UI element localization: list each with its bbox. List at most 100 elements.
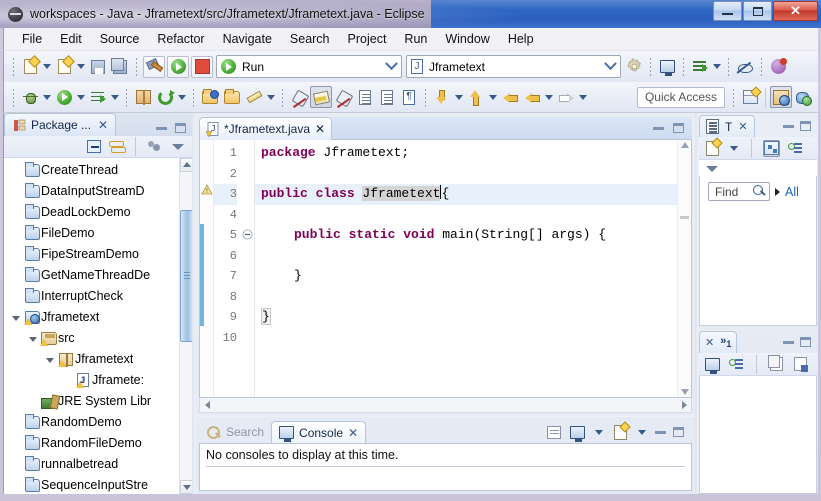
fold-toggle[interactable]	[242, 225, 254, 246]
minimize-button[interactable]	[713, 1, 742, 21]
code-line[interactable]	[255, 205, 677, 226]
java-perspective-button[interactable]	[770, 86, 792, 108]
toggle-mark-occurrences-button[interactable]	[310, 86, 332, 108]
code-text-area[interactable]: package Jframetext; public class Jframete…	[255, 140, 677, 397]
code-line[interactable]	[255, 164, 677, 185]
open-console-button[interactable]	[612, 424, 629, 441]
tree-item[interactable]: RandomDemo	[4, 412, 192, 433]
pencil-button[interactable]	[243, 86, 265, 108]
menu-run[interactable]: Run	[395, 29, 436, 49]
close-icon[interactable]: ✕	[705, 336, 714, 349]
minimize-icon[interactable]	[783, 125, 794, 128]
all-filter-link[interactable]: All	[785, 185, 799, 199]
package-explorer-scrollbar[interactable]	[179, 158, 192, 494]
tree-item[interactable]: CreateThread	[4, 160, 192, 181]
expand-twisty-icon[interactable]	[8, 181, 23, 202]
expand-arrow-icon[interactable]	[775, 188, 780, 196]
code-line[interactable]: }	[255, 266, 677, 287]
run-last-tool-button[interactable]	[689, 56, 711, 78]
save-button[interactable]	[87, 56, 109, 78]
annotation-ruler[interactable]: !	[200, 140, 214, 397]
menu-help[interactable]: Help	[499, 29, 543, 49]
warning-indicator[interactable]	[767, 56, 789, 78]
tree-item[interactable]: JRE System Libr	[4, 391, 192, 412]
code-line[interactable]: package Jframetext;	[255, 143, 677, 164]
menu-refactor[interactable]: Refactor	[148, 29, 213, 49]
tree-item[interactable]: InterruptCheck	[4, 286, 192, 307]
tree-item[interactable]: DeadLockDemo	[4, 202, 192, 223]
pin-console-button[interactable]	[545, 424, 562, 441]
maximize-icon[interactable]	[800, 337, 811, 347]
tree-item[interactable]: SequenceInputStre	[4, 475, 192, 494]
scroll-left-arrow[interactable]	[200, 399, 214, 412]
scroll-track[interactable]	[214, 399, 677, 412]
maximize-button[interactable]	[743, 1, 772, 21]
new-wizard-button[interactable]	[53, 56, 75, 78]
new-dropdown[interactable]	[41, 57, 53, 77]
forward-dropdown[interactable]	[577, 87, 589, 107]
menu-file[interactable]: File	[13, 29, 51, 49]
debug-dropdown[interactable]	[41, 87, 53, 107]
focus-active-task-button[interactable]	[146, 138, 163, 155]
tree-item[interactable]: Jframetext	[4, 349, 192, 370]
breakpoint-button[interactable]	[332, 86, 354, 108]
expand-twisty-icon[interactable]	[8, 412, 23, 433]
scroll-down-arrow[interactable]	[180, 480, 192, 494]
tree-item[interactable]: DataInputStreamD	[4, 181, 192, 202]
menu-navigate[interactable]: Navigate	[214, 29, 281, 49]
folding-ruler[interactable]	[242, 140, 255, 397]
view-menu-icon[interactable]	[705, 162, 718, 175]
scroll-right-arrow[interactable]	[677, 399, 691, 412]
new-package-button[interactable]	[132, 86, 154, 108]
task-list-body[interactable]: Find All	[699, 176, 817, 326]
close-button[interactable]: ✕	[773, 1, 818, 21]
collapse-twisty-icon[interactable]	[25, 328, 40, 349]
stop-button[interactable]	[191, 56, 213, 78]
scroll-down-arrow[interactable]	[681, 389, 689, 395]
tree-item[interactable]: FipeStreamDemo	[4, 244, 192, 265]
minimize-icon[interactable]	[783, 341, 794, 344]
open-resource-button[interactable]	[221, 86, 243, 108]
run-menu-dropdown[interactable]	[75, 87, 87, 107]
code-line[interactable]	[255, 246, 677, 267]
code-line[interactable]	[255, 328, 677, 349]
back-dropdown[interactable]	[543, 87, 555, 107]
outline-copy-button[interactable]	[768, 356, 785, 373]
maximize-icon[interactable]	[673, 427, 684, 437]
maximize-icon[interactable]	[800, 121, 811, 131]
project-combo[interactable]: J Jframetext	[406, 55, 621, 78]
console-output[interactable]: No consoles to display at this time.	[199, 443, 692, 491]
new-wizard-dropdown[interactable]	[75, 57, 87, 77]
menu-search[interactable]: Search	[281, 29, 339, 49]
code-line[interactable]: public static void main(String[] args) {	[255, 225, 677, 246]
expand-twisty-icon[interactable]	[8, 223, 23, 244]
skip-breakpoints-button[interactable]	[734, 56, 756, 78]
expand-twisty-icon[interactable]	[8, 202, 23, 223]
maximize-icon[interactable]	[673, 123, 684, 133]
tree-item[interactable]: runnalbetread	[4, 454, 192, 475]
tab-package-explorer[interactable]: Package ... ✕	[4, 113, 116, 136]
tab-search[interactable]: Search	[199, 421, 271, 443]
console-toolbar-button[interactable]	[656, 56, 678, 78]
editor-horizontal-scrollbar[interactable]	[199, 398, 692, 413]
expand-twisty-icon[interactable]	[8, 433, 23, 454]
outline-body[interactable]	[699, 376, 817, 494]
scheduled-presentation-button[interactable]	[787, 140, 804, 157]
view-menu-button[interactable]	[169, 138, 186, 155]
menu-source[interactable]: Source	[91, 29, 149, 49]
coverage-button[interactable]	[87, 86, 109, 108]
paragraph-button[interactable]: ¶	[398, 86, 420, 108]
overview-ruler[interactable]	[677, 140, 691, 397]
new-task-dropdown[interactable]	[728, 138, 740, 158]
categorized-presentation-button[interactable]	[763, 140, 780, 157]
code-line[interactable]: public class Jframetext{	[255, 184, 677, 205]
tab-task-list[interactable]: T ✕	[699, 115, 755, 137]
expand-twisty-icon[interactable]	[8, 454, 23, 475]
scroll-up-arrow[interactable]	[180, 158, 192, 172]
save-all-button[interactable]	[109, 56, 131, 78]
doc-lines-button[interactable]	[376, 86, 398, 108]
back-button[interactable]	[521, 86, 543, 108]
code-editor[interactable]: ! 12345678910 package Jframetext;public …	[199, 140, 692, 398]
build-button[interactable]	[143, 56, 165, 78]
run-menu-button[interactable]	[53, 86, 75, 108]
